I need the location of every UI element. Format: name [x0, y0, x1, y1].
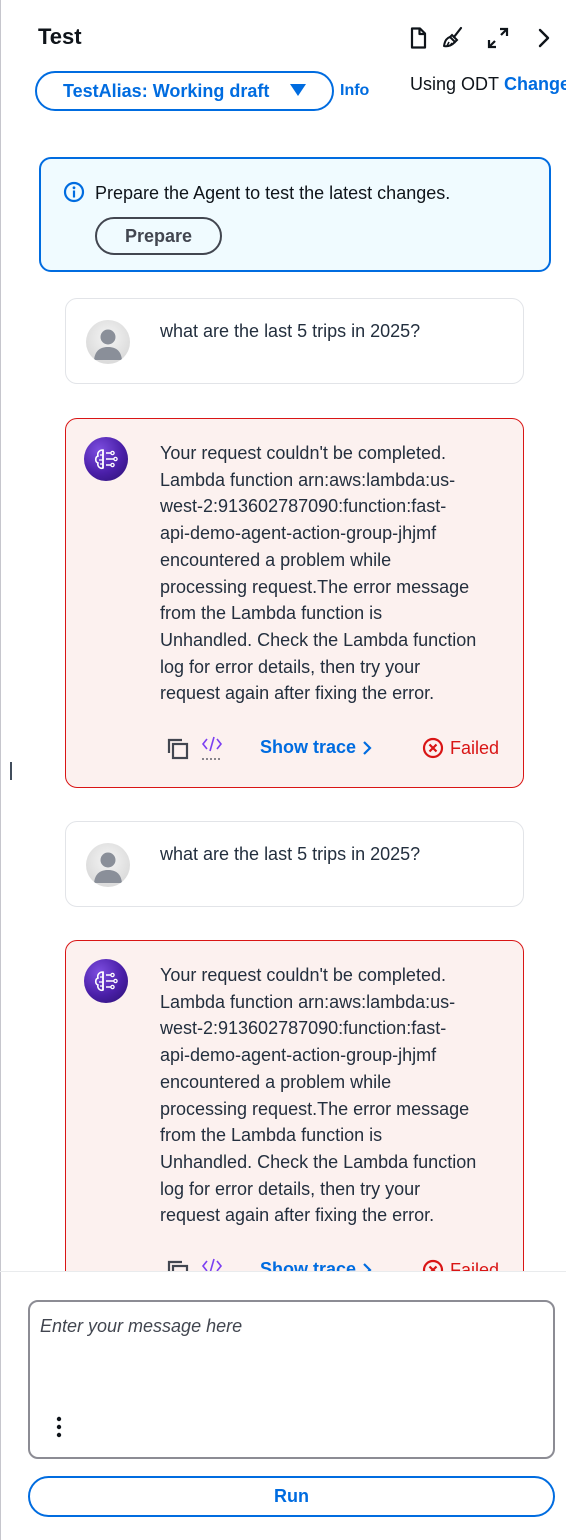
alias-select[interactable]: TestAlias: Working draft [35, 71, 334, 111]
prepare-alert: Prepare the Agent to test the latest cha… [39, 157, 551, 272]
agent-message: Your request couldn't be completed. Lamb… [65, 418, 524, 788]
error-icon [422, 737, 444, 759]
alert-message: Prepare the Agent to test the latest cha… [95, 183, 451, 203]
document-icon[interactable] [406, 26, 430, 50]
input-divider [0, 1271, 566, 1272]
user-avatar-icon [86, 320, 130, 364]
alias-select-value: TestAlias: Working draft [63, 80, 270, 101]
agent-message-line: api-demo-agent-action-group-jhjmf [160, 523, 437, 544]
agent-message-line: processing request.The error message [160, 1098, 470, 1119]
code-icon[interactable] [201, 1257, 223, 1271]
copy-icon[interactable] [166, 1259, 190, 1271]
status-label: Failed [450, 1259, 500, 1272]
agent-message-text: Your request couldn't be completed. Lamb… [160, 962, 510, 1229]
code-icon[interactable] [201, 735, 223, 761]
agent-message-line: encountered a problem while [160, 549, 392, 570]
agent-message: Your request couldn't be completed. Lamb… [65, 940, 524, 1271]
user-message: what are the last 5 trips in 2025? [65, 821, 524, 907]
user-message-text: what are the last 5 trips in 2025? [160, 321, 421, 341]
agent-message-actions: Show trace Failed [166, 1257, 506, 1271]
agent-message-line: log for error details, then try your [160, 656, 421, 677]
more-options-icon[interactable] [52, 1415, 66, 1439]
show-trace-label: Show trace [260, 737, 357, 757]
status-failed: Failed [422, 737, 499, 759]
expand-icon[interactable] [486, 26, 510, 50]
info-link[interactable]: Info [340, 82, 369, 100]
show-trace-link[interactable]: Show trace [260, 1259, 372, 1271]
run-button[interactable]: Run [28, 1476, 555, 1517]
agent-message-text: Your request couldn't be completed. Lamb… [160, 440, 510, 707]
panel-title: Test [38, 24, 82, 49]
copy-icon[interactable] [166, 737, 190, 761]
show-trace-link[interactable]: Show trace [260, 737, 372, 758]
user-message: what are the last 5 trips in 2025? [65, 298, 524, 384]
info-icon [63, 181, 85, 203]
user-message-text: what are the last 5 trips in 2025? [160, 844, 421, 864]
agent-message-line: west-2:913602787090:function:fast- [160, 496, 447, 517]
agent-message-line: encountered a problem while [160, 1071, 392, 1092]
user-avatar-icon [86, 843, 130, 887]
agent-message-line: request again after fixing the error. [160, 683, 435, 704]
status-label: Failed [450, 737, 500, 758]
caret-down-icon [290, 84, 306, 96]
message-input[interactable] [40, 1316, 540, 1406]
chevron-right-icon [363, 740, 372, 755]
agent-message-line: from the Lambda function is [160, 1125, 383, 1146]
agent-message-line: request again after fixing the error. [160, 1205, 435, 1226]
show-trace-label: Show trace [260, 1259, 357, 1271]
agent-brain-icon [84, 959, 128, 1003]
clear-brush-icon[interactable] [441, 26, 465, 50]
agent-message-line: Unhandled. Check the Lambda function [160, 1151, 477, 1172]
agent-message-line: west-2:913602787090:function:fast- [160, 1018, 447, 1039]
agent-message-actions: Show trace Failed [166, 735, 506, 761]
prepare-button[interactable]: Prepare [95, 217, 222, 255]
model-text: Using ODT [410, 74, 500, 94]
agent-brain-icon [84, 437, 128, 481]
change-link[interactable]: Change [504, 74, 566, 95]
chat-messages[interactable]: what are the last 5 trips in 2025? Your … [0, 270, 566, 1271]
chevron-right-icon [363, 1262, 372, 1271]
agent-message-line: Lambda function arn:aws:lambda:us- [160, 469, 456, 490]
agent-message-line: Your request couldn't be completed. [160, 965, 446, 985]
agent-message-line: Unhandled. Check the Lambda function [160, 629, 477, 650]
agent-message-line: api-demo-agent-action-group-jhjmf [160, 1045, 437, 1066]
error-icon [422, 1259, 444, 1271]
agent-message-line: processing request.The error message [160, 576, 470, 597]
message-input-container [28, 1300, 555, 1459]
agent-message-line: from the Lambda function is [160, 603, 383, 624]
chevron-right-icon[interactable] [532, 26, 556, 50]
agent-message-line: Your request couldn't be completed. [160, 443, 446, 463]
agent-message-line: Lambda function arn:aws:lambda:us- [160, 991, 456, 1012]
status-failed: Failed [422, 1259, 499, 1271]
agent-message-line: log for error details, then try your [160, 1178, 421, 1199]
